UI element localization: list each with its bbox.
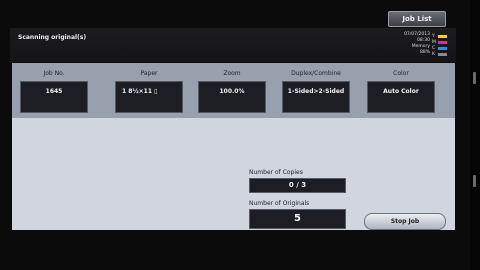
setting-job-no: Job No. 1645 xyxy=(20,70,88,113)
job-list-button[interactable]: Job List xyxy=(388,11,446,27)
status-message: Scanning original(s) xyxy=(18,34,87,41)
toner-bar xyxy=(438,52,447,56)
toner-bar xyxy=(438,40,447,44)
toner-bar xyxy=(438,46,447,50)
job-no-label: Job No. xyxy=(43,70,65,77)
toner-levels: Y M C K xyxy=(432,33,448,57)
copies-label: Number of Copies xyxy=(249,169,303,176)
stop-job-button[interactable]: Stop Job xyxy=(364,213,446,230)
originals-value: 5 xyxy=(249,209,346,229)
bezel-notch xyxy=(473,175,476,187)
setting-color: Color Auto Color xyxy=(367,70,435,113)
toner-letter: C xyxy=(432,45,436,51)
date-time-display: 07/07/2013 08:30 Memory 88% xyxy=(388,32,430,56)
originals-label: Number of Originals xyxy=(249,200,310,207)
job-panel: Job No. 1645 Paper 1 8½×11 ▯ Zoom 100.0%… xyxy=(12,63,455,230)
duplex-value: 1-Sided>2-Sided xyxy=(282,81,350,113)
toner-letter: M xyxy=(432,39,436,45)
paper-value: 1 8½×11 ▯ xyxy=(115,81,183,113)
setting-zoom: Zoom 100.0% xyxy=(198,70,266,113)
device-bezel-edge xyxy=(470,0,480,270)
toner-bar xyxy=(438,34,447,38)
setting-paper: Paper 1 8½×11 ▯ xyxy=(115,70,183,113)
toner-letter: K xyxy=(432,51,435,57)
toner-letter: Y xyxy=(432,33,435,39)
setting-duplex: Duplex/Combine 1-Sided>2-Sided xyxy=(282,70,350,113)
color-value: Auto Color xyxy=(367,81,435,113)
toner-black: K xyxy=(432,51,448,57)
device-screen: Job List Scanning original(s) 07/07/2013… xyxy=(0,0,480,270)
job-no-value: 1645 xyxy=(20,81,88,113)
paper-label: Paper xyxy=(140,70,158,77)
zoom-label: Zoom xyxy=(223,70,241,77)
zoom-value: 100.0% xyxy=(198,81,266,113)
bezel-notch xyxy=(473,72,476,84)
duplex-label: Duplex/Combine xyxy=(291,70,341,77)
copies-value: 0 / 3 xyxy=(249,178,346,193)
color-label: Color xyxy=(393,70,409,77)
memory-value: 88% xyxy=(419,50,430,55)
settings-strip: Job No. 1645 Paper 1 8½×11 ▯ Zoom 100.0%… xyxy=(12,63,455,118)
